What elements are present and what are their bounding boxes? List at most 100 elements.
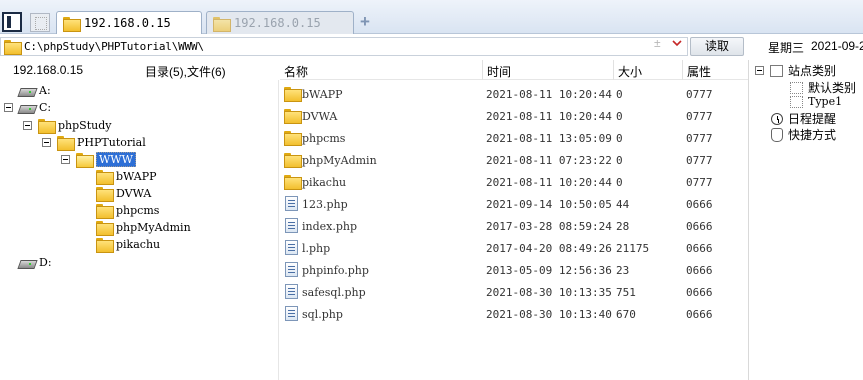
add-tab-button[interactable]: + [358,13,372,30]
collapse-icon[interactable] [42,138,51,147]
file-row[interactable]: safesql.php 2021-08-30 10:13:35 751 0666 [280,281,748,303]
tree-item-a[interactable]: A: [19,82,51,99]
file-name: l.php [302,242,331,255]
file-row[interactable]: index.php 2017-03-28 08:59:24 28 0666 [280,215,748,237]
folder-icon [284,131,302,146]
file-row[interactable]: phpinfo.php 2013-05-09 12:56:36 23 0666 [280,259,748,281]
tree-item-d[interactable]: D: [19,254,52,271]
panel-toggle-button[interactable] [2,12,22,32]
file-name: phpcms [302,132,346,145]
file-row[interactable]: phpcms 2021-08-11 13:05:09 0 0777 [280,127,748,149]
category-box-icon [770,64,783,77]
column-size-header[interactable]: 大小 [618,63,642,80]
file-row[interactable]: DVWA 2021-08-11 10:20:44 0 0777 [280,105,748,127]
file-size: 0 [616,132,623,145]
type1-item[interactable]: Type1 [790,95,842,108]
plus-minus-icon[interactable]: ± [654,36,661,50]
clock-icon [771,112,783,125]
folder-icon [38,119,56,134]
directory-panel: 192.168.0.15 目录(5),文件(6) A: C: phpStudy … [0,60,279,380]
folder-icon [284,109,302,124]
file-attr: 0666 [686,308,713,321]
tree-item-phpcms[interactable]: phpcms [96,202,159,219]
collapse-icon[interactable] [4,103,13,112]
weekday-label: 星期三 [768,41,805,55]
dir-summary: 目录(5),文件(6) [145,65,226,79]
file-time: 2021-08-30 10:13:40 [486,308,612,321]
file-row[interactable]: phpMyAdmin 2021-08-11 07:23:22 0 0777 [280,149,748,171]
read-button[interactable]: 读取 [690,37,744,56]
file-size: 670 [616,308,636,321]
file-name: DVWA [302,110,338,123]
column-name-header[interactable]: 名称 [284,63,308,80]
tab-inactive[interactable]: 192.168.0.15 [206,11,354,34]
column-divider[interactable] [613,60,614,80]
side-panel: 站点类别 默认类别 Type1 日程提醒 快捷方式 [748,60,863,380]
chevron-down-icon[interactable] [672,38,682,48]
column-attr-header[interactable]: 属性 [687,63,711,80]
file-attr: 0777 [686,132,713,145]
file-size: 0 [616,176,623,189]
file-size: 0 [616,154,623,167]
file-size: 0 [616,88,623,101]
shortcut-item[interactable]: 快捷方式 [771,126,836,143]
file-row[interactable]: bWAPP 2021-08-11 10:20:44 0 0777 [280,83,748,105]
folder-icon [96,204,114,219]
blank-tab-button[interactable] [30,13,50,32]
folder-icon [284,153,302,168]
tree-item-c[interactable]: C: [4,99,51,116]
default-category-item[interactable]: 默认类别 [790,79,856,96]
tree-label: phpMyAdmin [116,221,191,234]
default-category-label: 默认类别 [808,81,857,95]
column-divider[interactable] [482,60,483,80]
folder-icon [96,221,114,236]
collapse-icon[interactable] [61,155,70,164]
tree-item-phptutorial[interactable]: PHPTutorial [42,134,146,151]
tree-item-www[interactable]: WWW [61,151,136,168]
tab-active[interactable]: 192.168.0.15 [56,11,202,34]
php-file-icon [285,240,298,255]
open-folder-icon [76,153,94,168]
file-attr: 0666 [686,286,713,299]
file-name: pikachu [302,176,347,189]
path-input[interactable]: C:\phpStudy\PHPTutorial\WWW\ [0,37,688,56]
file-row[interactable]: sql.php 2021-08-30 10:13:40 670 0666 [280,303,748,325]
schedule-label: 日程提醒 [788,112,837,126]
tree-item-pikachu[interactable]: pikachu [96,236,160,253]
file-row[interactable]: 123.php 2021-09-14 10:50:05 44 0666 [280,193,748,215]
folder-icon [96,170,114,185]
tree-item-dvwa[interactable]: DVWA [96,185,151,202]
tree-label: phpStudy [58,119,112,132]
type1-label: Type1 [808,95,843,108]
file-name: bWAPP [302,88,343,101]
tab-label: 192.168.0.15 [234,16,321,30]
tree-label: PHPTutorial [77,136,146,149]
tree-item-phpmyadmin[interactable]: phpMyAdmin [96,219,191,236]
path-text: C:\phpStudy\PHPTutorial\WWW\ [24,40,204,53]
tree-item-phpstudy[interactable]: phpStudy [23,117,111,134]
address-bar: C:\phpStudy\PHPTutorial\WWW\ ± 读取 星期三 20… [0,35,863,59]
file-row[interactable]: l.php 2017-04-20 08:49:26 21175 0666 [280,237,748,259]
file-time: 2013-05-09 12:56:36 [486,264,612,277]
site-category-item[interactable]: 站点类别 [755,62,836,79]
tree-item-bwapp[interactable]: bWAPP [96,168,157,185]
category-icon [790,95,803,108]
column-time-header[interactable]: 时间 [487,63,511,80]
tab-bar: 192.168.0.15 192.168.0.15 + [0,0,863,34]
file-attr: 0666 [686,198,713,211]
column-divider[interactable] [682,60,683,80]
collapse-icon[interactable] [23,121,32,130]
file-size: 23 [616,264,630,277]
date-label: 2021-09-2 [811,39,863,53]
folder-icon [63,16,81,32]
collapse-icon[interactable] [755,66,764,75]
file-attr: 0777 [686,110,713,123]
file-list-header: 名称 时间 大小 属性 [280,60,748,80]
file-time: 2021-09-14 10:50:05 [486,198,612,211]
schedule-item[interactable]: 日程提醒 [771,110,836,127]
file-row[interactable]: pikachu 2021-08-11 10:20:44 0 0777 [280,171,748,193]
file-time: 2017-03-28 08:59:24 [486,220,612,233]
drive-icon [19,102,35,113]
file-size: 28 [616,220,630,233]
file-attr: 0777 [686,176,713,189]
